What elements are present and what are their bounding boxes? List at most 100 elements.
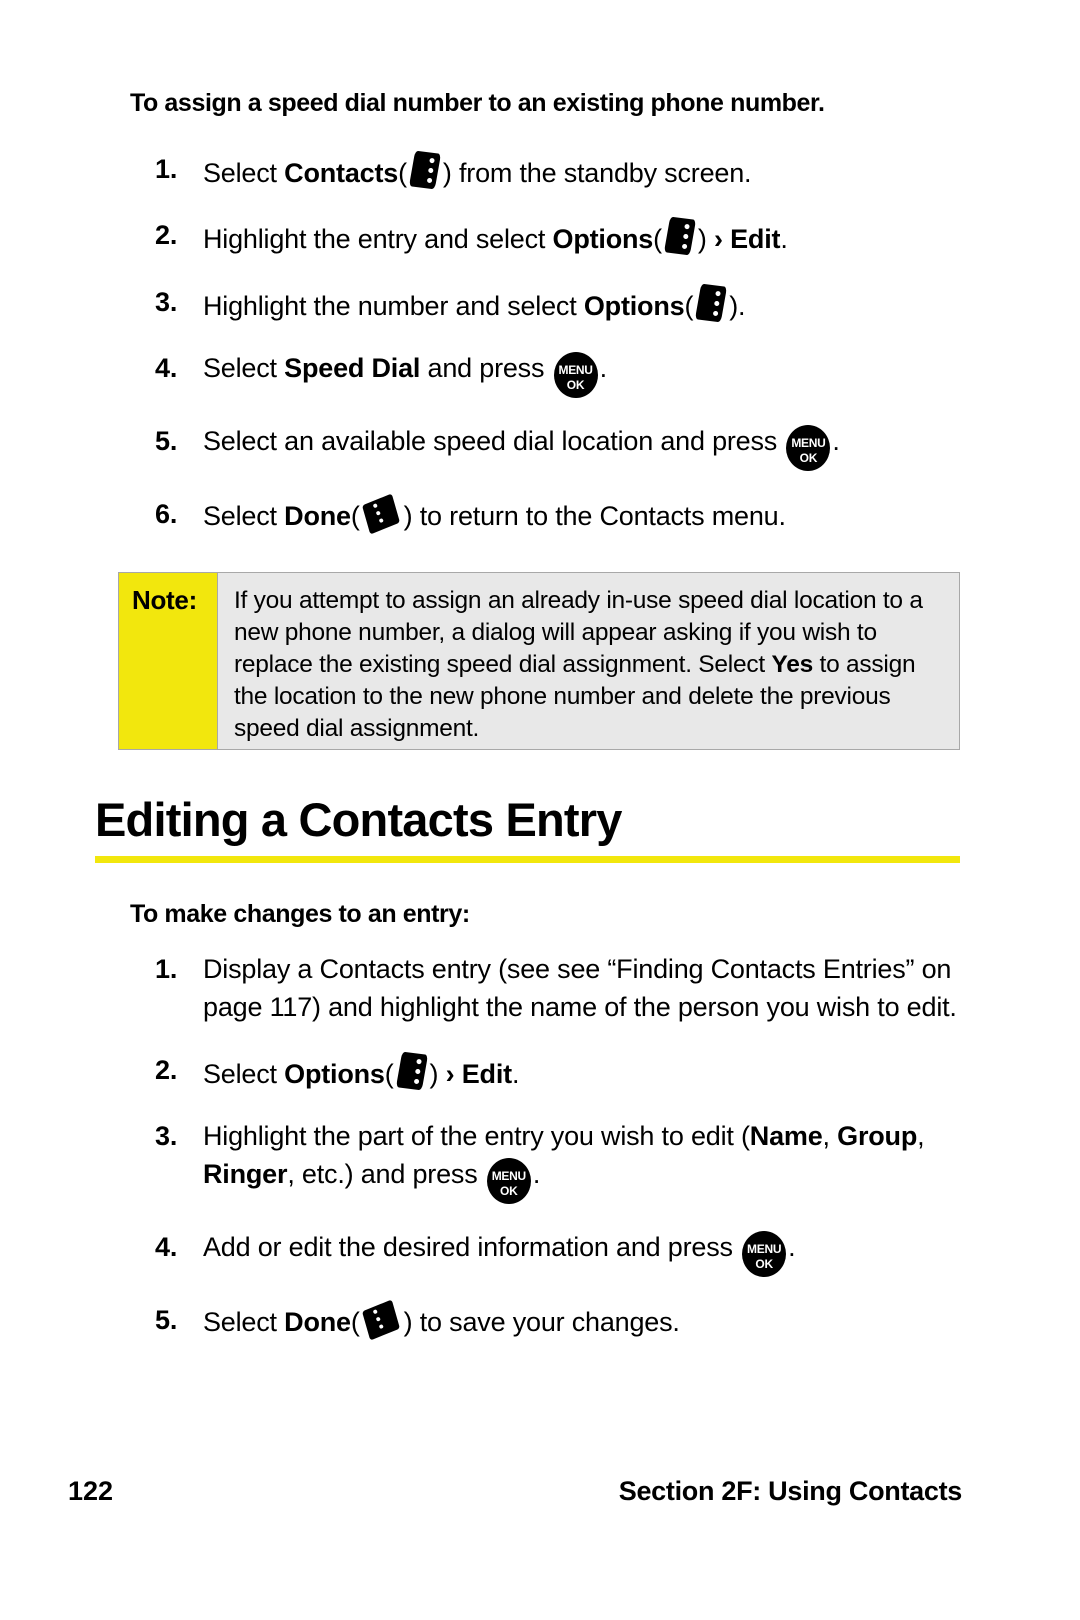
menu-ok-button: MENU OK	[742, 1231, 787, 1278]
step-text-mid-1: ,	[822, 1120, 838, 1151]
softkey-options-icon	[694, 283, 728, 323]
step-number: 3.	[155, 286, 178, 317]
footer-section-label: Section 2F: Using Contacts	[618, 1476, 963, 1506]
menu-ok-bottom-label: OK	[500, 1184, 518, 1199]
menu-ok-top-label: MENU	[558, 362, 593, 377]
step-text-post: .	[832, 425, 840, 456]
step-text-pre: Select	[203, 352, 285, 383]
list-item: 3. Highlight the number and select Optio…	[155, 283, 965, 325]
step-bold-term: Options	[583, 290, 685, 321]
paren-close: )	[729, 290, 739, 321]
step-number: 5.	[155, 1305, 178, 1336]
step-text-pre: Select	[203, 158, 285, 188]
menu-ok-top-label: MENU	[747, 1242, 782, 1257]
paren-open: (	[350, 500, 360, 531]
note-box: Note: If you attempt to assign an alread…	[118, 572, 960, 750]
paren-open: (	[350, 1307, 360, 1338]
menu-ok-bottom-label: OK	[566, 377, 585, 392]
softkey-options-icon	[663, 216, 697, 256]
step-number: 5.	[155, 425, 178, 456]
step-number: 2.	[155, 220, 178, 251]
step-text-pre: Highlight the entry and select	[203, 224, 553, 255]
step-bold-term: Done	[284, 500, 351, 531]
menu-ok-button: MENU OK	[486, 1158, 531, 1205]
step-number: 3.	[155, 1120, 178, 1151]
softkey-options-icon	[395, 1051, 429, 1091]
step-number: 6.	[155, 498, 178, 529]
step-number: 2.	[155, 1054, 178, 1085]
step-number: 1.	[155, 154, 178, 184]
step-text: Display a Contacts entry (see see “Findi…	[203, 954, 957, 1023]
step-text-post: .	[788, 1232, 796, 1263]
list-item: 5. Select an available speed dial locati…	[155, 422, 965, 471]
menu-ok-bottom-label: OK	[755, 1257, 773, 1272]
step-text-mid-3: , etc.) and press	[287, 1159, 485, 1190]
softkey-options-icon	[408, 150, 442, 190]
menu-ok-top-label: MENU	[791, 435, 826, 450]
step-bold-term-2: › Edit	[714, 224, 781, 255]
step-bold-term: Speed Dial	[284, 352, 421, 383]
note-bold-term: Yes	[771, 651, 813, 679]
list-item: 3. Highlight the part of the entry you w…	[155, 1117, 965, 1205]
step-bold-term: Options	[284, 1058, 385, 1089]
note-body: If you attempt to assign an already in-u…	[218, 573, 959, 749]
list-item: 4. Add or edit the desired information a…	[155, 1228, 965, 1278]
paren-open: (	[384, 1058, 394, 1089]
step-number: 4.	[155, 352, 178, 383]
step-text-post: to return to the Contacts menu.	[412, 500, 786, 531]
procedure-intro-speed-dial: To assign a speed dial number to an exis…	[130, 89, 825, 117]
step-text-post-2: .	[511, 1058, 520, 1089]
page-title: Editing a Contacts Entry	[95, 793, 622, 846]
step-bold-term: Done	[284, 1307, 351, 1338]
step-text-pre: Highlight the part of the entry you wish…	[203, 1120, 750, 1151]
step-text-mid: and press	[420, 352, 552, 383]
paren-open: (	[684, 290, 694, 321]
menu-ok-button: MENU OK	[786, 424, 831, 471]
list-item: 2. Highlight the entry and select Option…	[155, 216, 965, 258]
page-footer: 122 Section 2F: Using Contacts	[0, 1476, 1080, 1526]
menu-ok-button: MENU OK	[553, 351, 598, 398]
step-text-post	[707, 224, 714, 254]
list-item: 1. Display a Contacts entry (see see “Fi…	[155, 950, 965, 1027]
step-text-pre: Highlight the number and select	[203, 290, 584, 321]
step-text-post-2: .	[780, 224, 788, 255]
page-number: 122	[68, 1476, 114, 1506]
step-text-pre: Select an available speed dial location …	[203, 425, 785, 456]
list-item: 4. Select Speed Dial and press MENU OK.	[155, 349, 965, 398]
softkey-done-icon	[361, 1299, 403, 1341]
step-text-mid-2: ,	[917, 1120, 925, 1151]
step-text-pre: Select	[203, 1058, 285, 1089]
step-number: 4.	[155, 1232, 178, 1263]
step-text-post: .	[599, 352, 608, 383]
step-text-post: from the standby screen.	[451, 158, 752, 188]
paren-close: )	[442, 158, 452, 188]
softkey-done-icon	[361, 493, 403, 535]
step-bold-term: Name	[749, 1120, 823, 1151]
note-label: Note:	[119, 573, 218, 749]
list-item: 5. Select Done() to save your changes.	[155, 1299, 965, 1341]
menu-ok-top-label: MENU	[491, 1169, 526, 1184]
step-text-post: .	[738, 290, 746, 321]
step-bold-term-2: › Edit	[445, 1058, 512, 1089]
paren-open: (	[653, 224, 662, 255]
list-item: 2. Select Options() › Edit.	[155, 1051, 965, 1093]
step-number: 1.	[155, 954, 178, 984]
procedure-steps-editing-entry: 1. Display a Contacts entry (see see “Fi…	[155, 950, 965, 1366]
subsection-intro: To make changes to an entry:	[130, 900, 470, 928]
step-text-pre: Select	[203, 500, 285, 531]
list-item: 6. Select Done() to return to the Contac…	[155, 493, 965, 535]
list-item: 1. Select Contacts() from the standby sc…	[155, 150, 965, 192]
step-text-post: .	[532, 1159, 541, 1190]
paren-open: (	[398, 158, 407, 188]
paren-close: )	[697, 224, 707, 255]
step-bold-term-3: Ringer	[203, 1159, 288, 1190]
step-bold-term: Options	[552, 224, 654, 255]
step-text-pre: Select	[203, 1307, 285, 1338]
step-bold-term: Contacts	[284, 158, 399, 188]
step-text-pre: Add or edit the desired information and …	[203, 1232, 741, 1263]
step-text-post: to save your changes.	[412, 1307, 680, 1338]
heading-rule-divider	[95, 856, 960, 863]
step-bold-term-2: Group	[837, 1120, 918, 1151]
procedure-steps-speed-dial: 1. Select Contacts() from the standby sc…	[155, 150, 965, 559]
menu-ok-bottom-label: OK	[799, 450, 818, 465]
